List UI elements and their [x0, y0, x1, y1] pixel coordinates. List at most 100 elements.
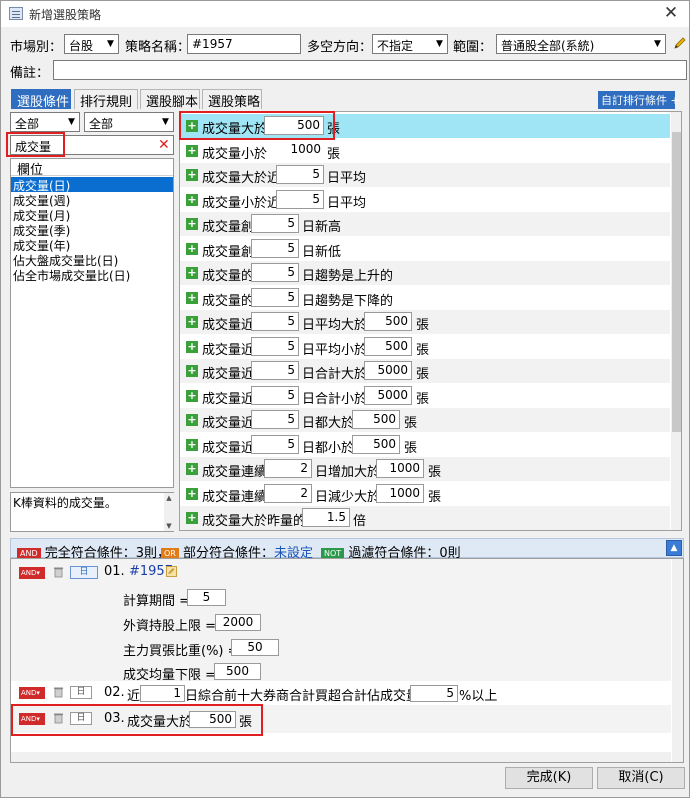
condition-row[interactable]: + 成交量小於近 5 日平均	[180, 188, 670, 212]
condition-row[interactable]: + 成交量近 5 日平均大於 500 張	[180, 310, 670, 334]
scroll-thumb[interactable]	[672, 132, 681, 432]
condition-value[interactable]: 1.5	[302, 508, 350, 527]
period-dropdown[interactable]: 日	[70, 686, 92, 699]
list-item[interactable]: 成交量(週)	[11, 192, 173, 208]
period-dropdown[interactable]: 日	[70, 566, 98, 579]
condition-row[interactable]: + 成交量的 5 日趨勢是上升的	[180, 261, 670, 285]
add-icon[interactable]: +	[186, 439, 198, 451]
horizontal-scrollbar[interactable]	[11, 752, 671, 762]
trash-icon[interactable]	[53, 566, 64, 578]
condition-value[interactable]: 2	[264, 484, 312, 503]
and-dropdown[interactable]: AND▾	[19, 567, 45, 579]
note-input[interactable]	[53, 60, 687, 80]
tab-selection-strategy[interactable]: 選股策略	[202, 89, 262, 110]
condition-value[interactable]: 5	[251, 214, 299, 233]
cancel-button[interactable]: 取消(C)	[597, 767, 685, 789]
condition-value[interactable]: 5	[251, 239, 299, 258]
condition-row[interactable]: + 成交量大於近 5 日平均	[180, 163, 670, 187]
tab-selection-script[interactable]: 選股腳本	[140, 89, 200, 110]
condition-row[interactable]: + 成交量大於昨量的 1.5 倍	[180, 506, 670, 530]
condition-value[interactable]: 5	[251, 435, 299, 454]
condition-value[interactable]: 500	[364, 312, 412, 331]
tab-selection-conditions[interactable]: 選股條件	[11, 89, 71, 110]
condition-row[interactable]: + 成交量近 5 日平均小於 500 張	[180, 335, 670, 359]
description-scrollbar[interactable]: ▲ ▼	[164, 493, 174, 531]
condition-value[interactable]: 500	[352, 410, 400, 429]
add-icon[interactable]: +	[186, 145, 198, 157]
param-value[interactable]: 50	[231, 639, 279, 656]
condition-value[interactable]: 1000	[376, 459, 424, 478]
trash-icon[interactable]	[53, 686, 64, 698]
edit-icon[interactable]	[166, 566, 177, 577]
condition-value[interactable]: 5	[251, 312, 299, 331]
condition-value[interactable]: 500	[189, 711, 236, 728]
condition-value[interactable]: 500	[264, 116, 324, 135]
add-icon[interactable]: +	[186, 243, 198, 255]
condition-row[interactable]: + 成交量的 5 日趨勢是下降的	[180, 286, 670, 310]
tab-ranking-rules[interactable]: 排行規則	[74, 89, 138, 110]
add-icon[interactable]: +	[186, 414, 198, 426]
add-icon[interactable]: +	[186, 341, 198, 353]
collapse-icon[interactable]: ▲	[666, 540, 682, 556]
add-icon[interactable]: +	[186, 365, 198, 377]
condition-value[interactable]: 500	[364, 337, 412, 356]
condition-value[interactable]: 5	[251, 410, 299, 429]
condition-row[interactable]: + 成交量近 5 日都小於 500 張	[180, 433, 670, 457]
condition-row[interactable]: + 成交量連續 2 日減少大於 1000 張	[180, 482, 670, 506]
condition-value[interactable]: 5	[251, 361, 299, 380]
condition-row[interactable]: + 成交量創 5 日新低	[180, 237, 670, 261]
param-value[interactable]: 2000	[215, 614, 261, 631]
field-search-input[interactable]: 成交量	[10, 135, 174, 155]
ok-button[interactable]: 完成(K)	[505, 767, 593, 789]
condition-value[interactable]: 500	[352, 435, 400, 454]
pencil-icon[interactable]	[672, 35, 688, 51]
category-filter-2[interactable]: 全部 ▼	[84, 112, 174, 132]
add-icon[interactable]: +	[186, 316, 198, 328]
condition-value[interactable]: 5	[251, 337, 299, 356]
market-select[interactable]: 台股 ▼	[64, 34, 119, 54]
add-icon[interactable]: +	[186, 390, 198, 402]
condition-value[interactable]: 2	[264, 459, 312, 478]
trash-icon[interactable]	[53, 712, 64, 724]
condition-value[interactable]: 5000	[364, 386, 412, 405]
scroll-up-icon[interactable]: ▲	[164, 493, 174, 503]
and-dropdown[interactable]: AND▾	[19, 713, 45, 725]
add-icon[interactable]: +	[186, 194, 198, 206]
condition-row[interactable]: + 成交量小於 1000 張	[180, 139, 670, 163]
condition-row[interactable]: + 成交量近 5 日合計大於 5000 張	[180, 359, 670, 383]
condition-list-scrollbar[interactable]	[671, 112, 681, 530]
condition-value[interactable]: 1000	[376, 484, 424, 503]
list-item[interactable]: 佔大盤成交量比(日)	[11, 252, 173, 268]
scope-select[interactable]: 普通股全部(系統) ▼	[496, 34, 666, 54]
add-icon[interactable]: +	[186, 292, 198, 304]
direction-select[interactable]: 不指定 ▼	[372, 34, 448, 54]
condition-value[interactable]: 1	[140, 685, 185, 702]
add-icon[interactable]: +	[186, 169, 198, 181]
condition-value[interactable]: 5	[251, 263, 299, 282]
clear-icon[interactable]: ✕	[158, 137, 170, 153]
condition-value[interactable]: 5	[276, 165, 324, 184]
condition-row[interactable]: + 成交量連續 2 日增加大於 1000 張	[180, 457, 670, 481]
custom-sort-button[interactable]: 自訂排行條件 +	[598, 91, 680, 109]
add-icon[interactable]: +	[186, 463, 198, 475]
list-item[interactable]: 成交量(日)	[11, 177, 173, 193]
condition-value[interactable]: 5	[251, 386, 299, 405]
and-dropdown[interactable]: AND▾	[19, 687, 45, 699]
add-icon[interactable]: +	[186, 488, 198, 500]
condition-value[interactable]: 5	[251, 288, 299, 307]
list-item[interactable]: 成交量(月)	[11, 207, 173, 223]
condition-value[interactable]: 5	[276, 190, 324, 209]
category-filter-1[interactable]: 全部 ▼	[10, 112, 80, 132]
add-icon[interactable]: +	[186, 218, 198, 230]
list-item[interactable]: 成交量(季)	[11, 222, 173, 238]
param-value[interactable]: 500	[214, 663, 261, 680]
period-dropdown[interactable]: 日	[70, 712, 92, 725]
list-item[interactable]: 佔全市場成交量比(日)	[11, 267, 173, 283]
condition-value[interactable]: 1000	[264, 141, 324, 160]
condition-row[interactable]: + 成交量近 5 日都大於 500 張	[180, 408, 670, 432]
condition-row[interactable]: + 成交量創 5 日新高	[180, 212, 670, 236]
strategy-name-input[interactable]: #1957	[187, 34, 301, 54]
condition-value[interactable]: 5000	[364, 361, 412, 380]
close-icon[interactable]: ✕	[661, 3, 681, 23]
selected-conditions-scrollbar[interactable]	[672, 559, 683, 762]
